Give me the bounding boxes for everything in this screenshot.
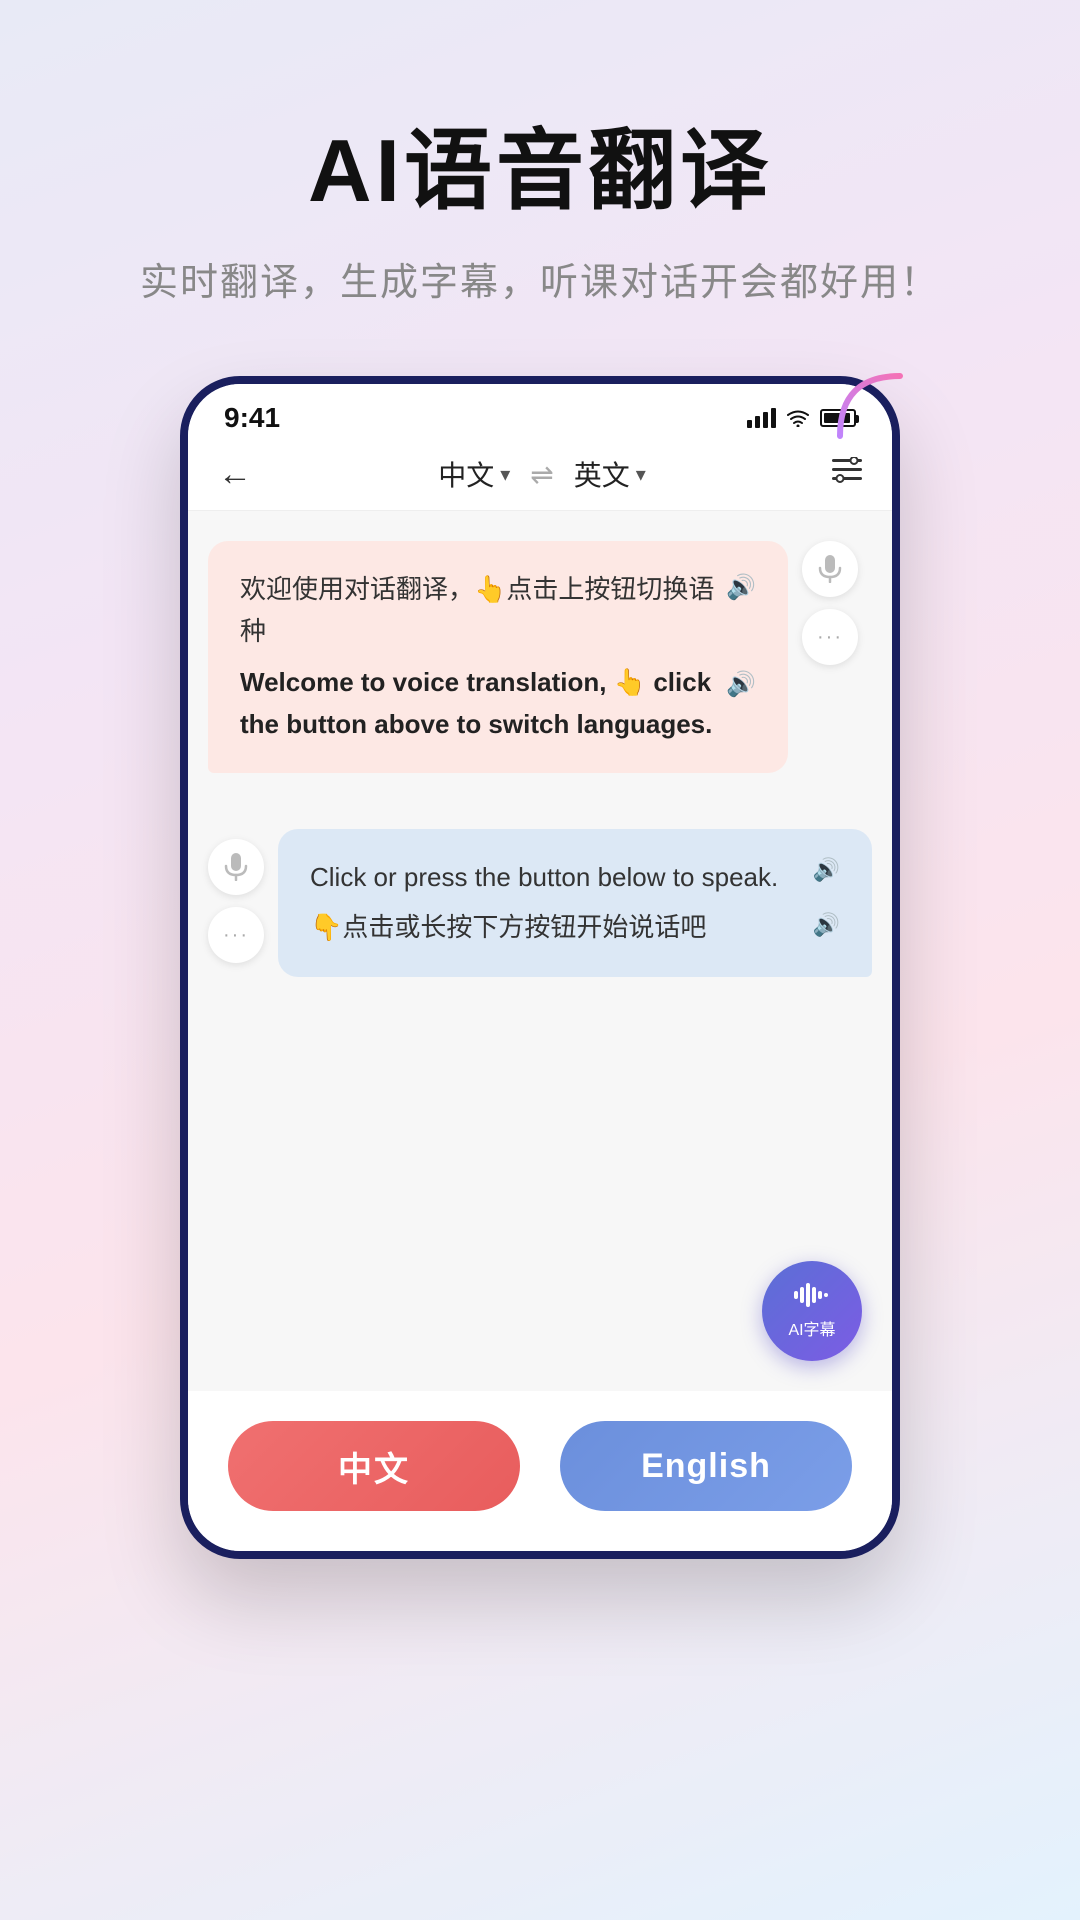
status-bar: 9:41 xyxy=(188,384,892,444)
header-area: AI语音翻译 实时翻译，生成字幕，听课对话开会都好用！ xyxy=(0,0,1080,346)
mic-button-right[interactable] xyxy=(802,541,858,597)
lang-right-arrow-icon: ▾ xyxy=(636,462,646,487)
bubble-right-cn-sound-icon[interactable]: 🔊 xyxy=(813,907,840,942)
bubble-left-en-sound-icon[interactable]: 🔊 xyxy=(726,666,756,704)
left-action-buttons: ··· xyxy=(208,839,264,963)
bubble-left-cn-text: 欢迎使用对话翻译，👆点击上按钮切换语种 xyxy=(240,569,716,652)
chinese-button[interactable]: 中文 xyxy=(228,1421,520,1511)
bottom-bar: 中文 English xyxy=(188,1391,892,1551)
bubble-right-en-text: Click or press the button below to speak… xyxy=(310,857,805,899)
status-time: 9:41 xyxy=(224,402,280,434)
main-title: AI语音翻译 xyxy=(308,100,772,227)
fab-ai-icon xyxy=(794,1282,830,1314)
fab-ai-button[interactable]: AI字幕 xyxy=(762,1261,862,1361)
bubble-right-en-sound-icon[interactable]: 🔊 xyxy=(813,857,840,883)
sub-title: 实时翻译，生成字幕，听课对话开会都好用！ xyxy=(140,251,940,306)
lang-right-button[interactable]: 英文 ▾ xyxy=(574,454,646,494)
more-button-right[interactable]: ··· xyxy=(802,609,858,665)
bubble-left-en-text: Welcome to voice translation, 👆 click th… xyxy=(240,662,756,745)
bubble-left-sound-icon[interactable]: 🔊 xyxy=(726,573,756,602)
mic-button-left[interactable] xyxy=(208,839,264,895)
english-button[interactable]: English xyxy=(560,1421,852,1511)
deco-arc-icon xyxy=(830,366,910,446)
phone-frame: 9:41 xyxy=(180,376,900,1559)
back-button[interactable]: ← xyxy=(218,455,252,494)
nav-lang-group: 中文 ▾ ⇌ 英文 ▾ xyxy=(438,454,646,494)
right-action-buttons: ··· xyxy=(802,541,858,665)
lang-left-button[interactable]: 中文 ▾ xyxy=(438,454,510,494)
nav-bar: ← 中文 ▾ ⇌ 英文 ▾ xyxy=(188,444,892,511)
phone-container: 9:41 xyxy=(180,376,900,1559)
signal-icon xyxy=(747,408,776,428)
wifi-icon xyxy=(786,409,810,427)
swap-button[interactable]: ⇌ xyxy=(530,458,553,491)
bubble-right-cn-text: 👇点击或长按下方按钮开始说话吧 🔊 xyxy=(310,907,840,949)
more-button-left[interactable]: ··· xyxy=(208,907,264,963)
lang-left-arrow-icon: ▾ xyxy=(500,462,510,487)
bubble-right: Click or press the button below to speak… xyxy=(278,829,872,976)
settings-button[interactable] xyxy=(832,457,862,491)
bubble-left: 欢迎使用对话翻译，👆点击上按钮切换语种 🔊 Welcome to voice t… xyxy=(208,541,788,773)
chat-area: 欢迎使用对话翻译，👆点击上按钮切换语种 🔊 Welcome to voice t… xyxy=(188,511,892,1391)
bubble-right-row: ··· Click or press the button below to s… xyxy=(208,829,872,976)
page-wrapper: AI语音翻译 实时翻译，生成字幕，听课对话开会都好用！ 9:41 xyxy=(0,0,1080,1920)
fab-ai-label: AI字幕 xyxy=(788,1316,835,1340)
